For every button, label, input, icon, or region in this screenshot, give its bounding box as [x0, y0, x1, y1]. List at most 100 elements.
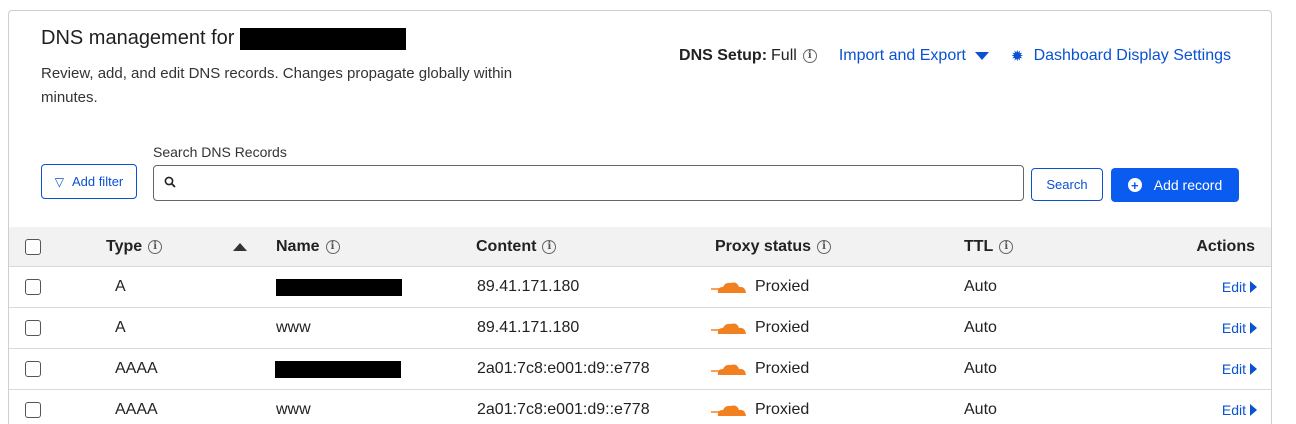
dns-management-card: DNS management for Review, add, and edit…	[8, 10, 1272, 424]
edit-button[interactable]: Edit	[1222, 320, 1257, 336]
row-checkbox[interactable]	[25, 320, 41, 336]
edit-button[interactable]: Edit	[1222, 402, 1257, 418]
import-export-menu[interactable]: Import and Export	[839, 47, 989, 65]
add-record-button[interactable]: + Add record	[1111, 168, 1239, 202]
proxy-status-cell: Proxied	[711, 308, 809, 348]
add-record-label: Add record	[1153, 177, 1223, 193]
orange-cloud-icon	[711, 282, 746, 293]
column-actions: Actions	[1196, 227, 1255, 266]
table-row: A www 89.41.171.180 Proxied Auto Edit	[9, 308, 1271, 349]
edit-cell: Edit	[1222, 267, 1257, 307]
record-type: AAAA	[115, 401, 158, 418]
proxy-status: Proxied	[755, 319, 810, 336]
proxy-status-cell: Proxied	[711, 267, 809, 307]
edit-label: Edit	[1221, 320, 1246, 336]
row-checkbox[interactable]	[25, 279, 41, 295]
row-select-cell	[25, 308, 41, 348]
row-select-cell	[25, 349, 41, 389]
record-name: www	[276, 401, 311, 418]
edit-label: Edit	[1221, 402, 1246, 418]
record-content: 89.41.171.180	[477, 278, 580, 295]
proxy-status: Proxied	[755, 278, 810, 295]
redacted-name	[275, 360, 401, 378]
column-proxy-label: Proxy status	[715, 237, 812, 255]
column-content[interactable]: Content i	[476, 227, 557, 266]
record-content: 89.41.171.180	[477, 319, 580, 336]
plus-circle-icon: +	[1127, 178, 1142, 192]
caret-down-icon	[974, 52, 989, 60]
gear-icon: ✹	[1010, 48, 1024, 65]
import-export-label: Import and Export	[838, 47, 966, 64]
edit-label: Edit	[1221, 361, 1246, 377]
column-content-label: Content	[476, 237, 537, 255]
column-name-label: Name	[276, 237, 320, 255]
page-title-row: DNS management for	[41, 27, 407, 50]
proxy-status-cell: Proxied	[711, 349, 809, 389]
add-filter-label: Add filter	[71, 174, 124, 189]
info-icon[interactable]: i	[817, 239, 832, 254]
edit-cell: Edit	[1222, 349, 1257, 389]
caret-right-icon	[1250, 363, 1257, 375]
orange-cloud-icon	[711, 405, 746, 416]
orange-cloud-icon	[711, 323, 746, 334]
row-checkbox[interactable]	[25, 361, 41, 377]
dns-setup-label: DNS Setup:	[679, 47, 768, 64]
column-ttl-label: TTL	[964, 237, 994, 255]
table-row: AAAA www 2a01:7c8:e001:d9::e778 Proxied …	[9, 390, 1271, 424]
info-icon[interactable]: i	[802, 49, 817, 63]
row-checkbox[interactable]	[25, 402, 41, 418]
column-actions-label: Actions	[1196, 237, 1255, 255]
edit-cell: Edit	[1222, 308, 1257, 348]
page-title: DNS management for	[41, 27, 235, 49]
info-icon[interactable]: i	[325, 239, 340, 254]
dns-setup-value: Full	[771, 47, 797, 64]
info-icon[interactable]: i	[148, 239, 163, 254]
select-all-cell	[25, 227, 41, 266]
orange-cloud-icon	[711, 364, 746, 375]
add-filter-button[interactable]: ▽ Add filter	[41, 164, 137, 199]
dashboard-display-settings-link[interactable]: ✹ Dashboard Display Settings	[1011, 47, 1231, 65]
caret-right-icon	[1250, 281, 1257, 293]
column-proxy-status[interactable]: Proxy status i	[715, 227, 832, 266]
search-box[interactable]	[153, 165, 1024, 201]
proxy-status-cell: Proxied	[711, 390, 809, 424]
filter-icon: ▽	[54, 174, 64, 189]
sort-cell	[233, 227, 247, 266]
search-button[interactable]: Search	[1031, 168, 1103, 201]
edit-button[interactable]: Edit	[1222, 361, 1257, 377]
info-icon[interactable]: i	[542, 239, 557, 254]
record-name: www	[276, 319, 311, 336]
search-input[interactable]	[182, 168, 1023, 198]
header-actions: DNS Setup: Full i Import and Export ✹ Da…	[679, 47, 1231, 65]
info-icon[interactable]: i	[999, 239, 1014, 254]
row-select-cell	[25, 390, 41, 424]
record-type: AAAA	[115, 360, 158, 377]
column-ttl[interactable]: TTL i	[964, 227, 1014, 266]
record-type: A	[115, 319, 126, 336]
record-name-cell	[275, 349, 401, 389]
select-all-checkbox[interactable]	[25, 238, 41, 255]
column-name[interactable]: Name i	[276, 227, 340, 266]
redacted-name	[276, 278, 402, 296]
edit-cell: Edit	[1222, 390, 1257, 424]
proxy-status: Proxied	[755, 360, 810, 377]
caret-right-icon	[1250, 322, 1257, 334]
record-ttl: Auto	[964, 401, 997, 418]
search-label: Search DNS Records	[153, 144, 287, 160]
column-type[interactable]: Type i	[106, 227, 163, 266]
redacted-domain	[240, 27, 407, 50]
edit-button[interactable]: Edit	[1222, 279, 1257, 295]
record-ttl: Auto	[964, 360, 997, 377]
record-type: A	[115, 278, 126, 295]
row-select-cell	[25, 267, 41, 307]
caret-right-icon	[1250, 404, 1257, 416]
record-name-cell	[276, 267, 402, 307]
record-content: 2a01:7c8:e001:d9::e778	[477, 401, 650, 418]
table-header: Type i Name i Content i Proxy status i T…	[9, 227, 1271, 267]
table-row: AAAA 2a01:7c8:e001:d9::e778 Proxied Auto…	[9, 349, 1271, 390]
page-subtitle: Review, add, and edit DNS records. Chang…	[41, 65, 513, 106]
sort-ascending-icon[interactable]	[233, 242, 247, 251]
record-ttl: Auto	[964, 278, 997, 295]
record-content: 2a01:7c8:e001:d9::e778	[477, 360, 650, 377]
dashboard-settings-label: Dashboard Display Settings	[1033, 47, 1231, 64]
